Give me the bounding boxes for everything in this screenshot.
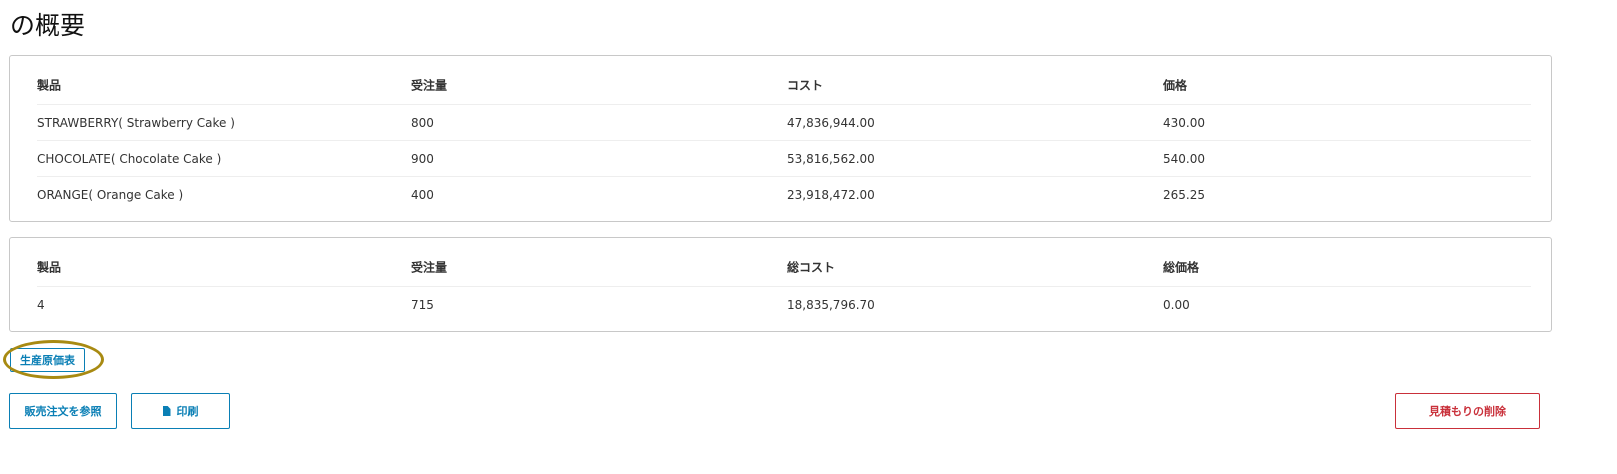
column-header-total-price: 総価格 [1163, 260, 1200, 275]
delete-quote-button[interactable]: 見積もりの削除 [1395, 393, 1540, 429]
table-row: CHOCOLATE( Chocolate Cake ) 900 53,816,5… [37, 141, 1531, 177]
table-header-row: 製品 受注量 総コスト 総価格 [37, 238, 1531, 287]
price-cell: 430.00 [1163, 115, 1205, 130]
price-cell: 540.00 [1163, 151, 1205, 166]
quantity-cell: 900 [411, 151, 434, 166]
quantity-cell: 400 [411, 188, 434, 202]
column-header-product: 製品 [37, 78, 62, 93]
table-row: 4 715 18,835,796.70 0.00 [37, 287, 1531, 323]
column-header-total-cost: 総コスト [787, 260, 836, 275]
view-sales-order-label: 販売注文を参照 [24, 406, 102, 418]
print-button-label: 印刷 [176, 406, 199, 418]
cost-sheet-button[interactable]: 生産原価表 [10, 348, 85, 372]
cost-cell: 53,816,562.00 [787, 151, 875, 166]
items-table: 製品 受注量 コスト 価格 STRAWBERRY( Strawberry Cak… [37, 56, 1531, 213]
product-cell: CHOCOLATE( Chocolate Cake ) [37, 151, 222, 166]
column-header-quantity: 受注量 [411, 260, 448, 275]
document-icon [162, 406, 171, 416]
delete-quote-label: 見積もりの削除 [1429, 406, 1506, 418]
column-header-quantity: 受注量 [411, 78, 448, 93]
total-cost-cell: 18,835,796.70 [787, 298, 875, 312]
product-cell: STRAWBERRY( Strawberry Cake ) [37, 115, 235, 130]
quantity-cell: 800 [411, 115, 434, 130]
totals-table: 製品 受注量 総コスト 総価格 4 715 18,835,796.70 0.00 [37, 238, 1531, 323]
table-row: ORANGE( Orange Cake ) 400 23,918,472.00 … [37, 177, 1531, 213]
cost-sheet-button-label: 生産原価表 [20, 355, 75, 367]
total-price-cell: 0.00 [1163, 298, 1190, 312]
column-header-cost: コスト [787, 78, 824, 93]
price-cell: 265.25 [1163, 188, 1205, 202]
quantity-cell: 715 [411, 298, 434, 312]
table-row: STRAWBERRY( Strawberry Cake ) 800 47,836… [37, 105, 1531, 141]
totals-table-card: 製品 受注量 総コスト 総価格 4 715 18,835,796.70 0.00 [9, 237, 1552, 332]
page-title: の概要 [10, 11, 86, 40]
print-button[interactable]: 印刷 [131, 393, 230, 429]
column-header-product: 製品 [37, 260, 62, 275]
cost-cell: 23,918,472.00 [787, 188, 875, 202]
cost-cell: 47,836,944.00 [787, 115, 875, 130]
product-count-cell: 4 [37, 298, 45, 312]
table-header-row: 製品 受注量 コスト 価格 [37, 56, 1531, 105]
product-cell: ORANGE( Orange Cake ) [37, 188, 184, 202]
items-table-card: 製品 受注量 コスト 価格 STRAWBERRY( Strawberry Cak… [9, 55, 1552, 222]
view-sales-order-button[interactable]: 販売注文を参照 [9, 393, 117, 429]
column-header-price: 価格 [1163, 78, 1188, 93]
